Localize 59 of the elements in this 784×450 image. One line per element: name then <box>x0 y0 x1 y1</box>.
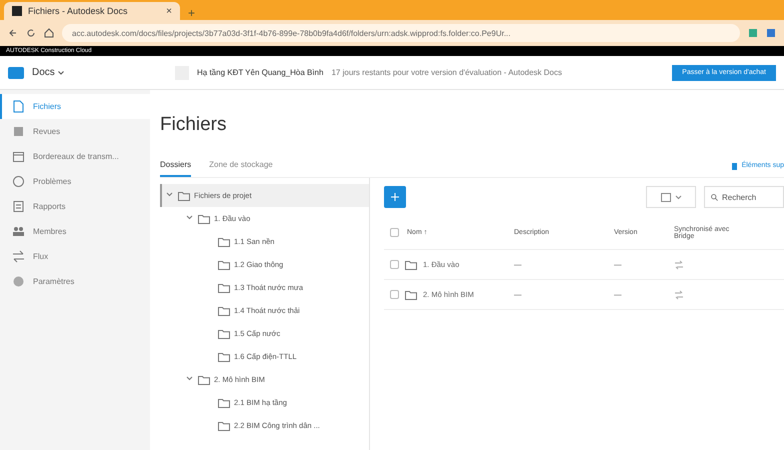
folder-icon <box>198 214 210 224</box>
close-icon[interactable]: × <box>166 6 172 16</box>
calendar-icon <box>12 150 25 163</box>
row-checkbox[interactable] <box>390 260 399 269</box>
sidebar-item[interactable]: Membres <box>0 219 150 244</box>
sidebar-item[interactable]: Flux <box>0 244 150 269</box>
upload-button[interactable] <box>384 186 406 208</box>
folder-icon <box>218 236 230 246</box>
sync-icon <box>674 260 684 270</box>
view-icon <box>660 192 670 202</box>
caret-icon[interactable] <box>186 215 193 220</box>
folder-icon <box>218 420 230 430</box>
report-icon <box>12 200 25 213</box>
docs-logo-icon <box>8 66 24 80</box>
sidebar-item[interactable]: Rapports <box>0 194 150 219</box>
folder-icon <box>218 282 230 292</box>
caret-icon[interactable] <box>166 192 173 197</box>
warning-circle-icon <box>12 175 25 188</box>
folder-icon <box>218 328 230 338</box>
browser-tab[interactable]: Fichiers - Autodesk Docs × <box>4 2 180 20</box>
trial-notice: 17 jours restants pour votre version d'évaluation - Autodesk Docs <box>331 68 564 77</box>
sidebar-item[interactable]: Paramètres <box>0 269 150 294</box>
sidebar-item[interactable]: Bordereaux de transm... <box>0 144 150 169</box>
caret-icon[interactable] <box>186 376 193 381</box>
sidebar-item[interactable]: Problèmes <box>0 169 150 194</box>
back-icon[interactable] <box>8 28 18 38</box>
folder-icon <box>218 306 230 316</box>
arrows-icon <box>12 250 25 263</box>
folder-icon <box>218 398 230 408</box>
sidebar-item[interactable]: Revues <box>0 119 150 144</box>
chevron-down-icon <box>58 71 64 75</box>
tab[interactable]: Zone de stockage <box>209 154 273 177</box>
search-icon <box>711 192 718 202</box>
project-selector[interactable]: Hạ tầng KĐT Yên Quang_Hòa Bình <box>197 68 324 77</box>
tab[interactable]: Dossiers <box>160 154 192 177</box>
sync-icon <box>674 290 684 300</box>
sidebar-item[interactable]: Fichiers <box>0 94 150 119</box>
trash-icon <box>730 162 738 170</box>
favicon-icon <box>12 6 22 16</box>
folder-icon <box>178 190 190 200</box>
folder-icon <box>405 260 417 270</box>
row-checkbox[interactable] <box>390 290 399 299</box>
page-title: Fichiers <box>160 114 228 136</box>
plus-icon <box>391 193 399 201</box>
reload-icon[interactable] <box>26 28 36 38</box>
folder-icon <box>218 352 230 362</box>
people-icon <box>12 225 25 238</box>
folder-icon <box>218 260 230 270</box>
search-field[interactable]: Recherch <box>704 186 784 208</box>
chevron-down-icon <box>674 194 682 200</box>
module-selector[interactable]: Docs <box>32 67 167 78</box>
folder-icon <box>198 374 210 384</box>
address-bar[interactable]: acc.autodesk.com/docs/files/projects/3b77a03d-3f1f-4b76-899e-78b0b9fa4d6f/folders/urn:adsk.wipprod:fs.folder:co.Pe9Ur... <box>62 24 740 42</box>
folder-icon <box>405 290 417 300</box>
view-toggle-button[interactable] <box>646 186 696 208</box>
new-tab-button[interactable]: + <box>188 6 196 20</box>
file-icon <box>12 100 25 113</box>
select-all-checkbox[interactable] <box>390 228 399 237</box>
home-icon[interactable] <box>44 28 54 38</box>
